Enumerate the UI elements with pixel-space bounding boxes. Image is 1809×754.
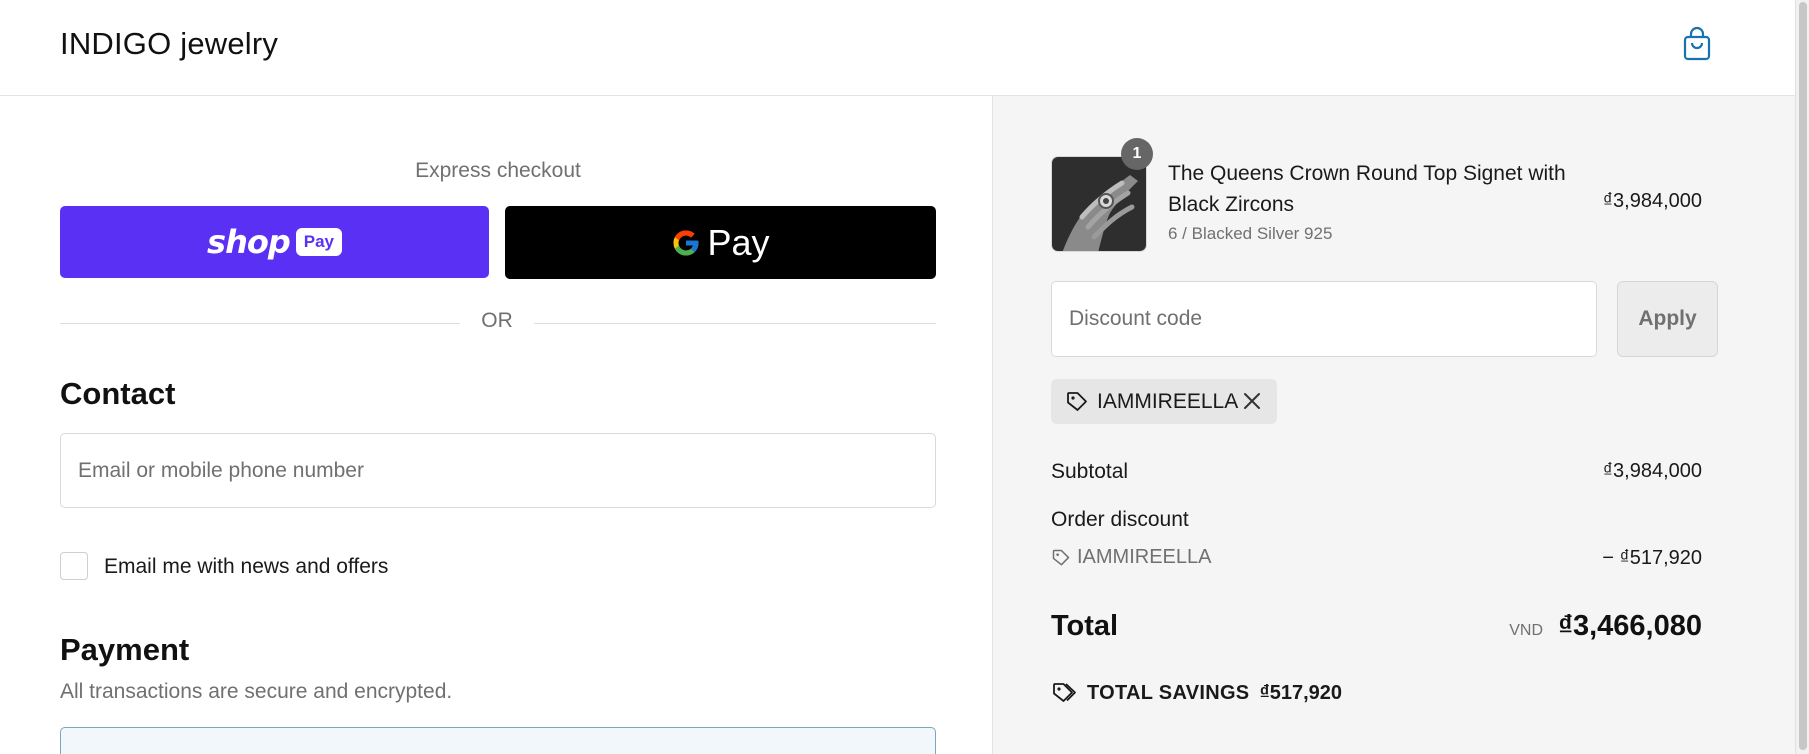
quantity-badge: 1 bbox=[1121, 138, 1153, 170]
payment-heading: Payment bbox=[60, 632, 190, 667]
discount-amount: − ₫517,920 bbox=[1602, 547, 1702, 569]
product-price: ₫3,984,000 bbox=[1602, 190, 1702, 212]
total-savings-label: TOTAL SAVINGS bbox=[1087, 681, 1250, 704]
email-input[interactable]: Email or mobile phone number bbox=[60, 433, 936, 508]
tag-icon bbox=[1052, 549, 1070, 565]
subtotal-value: ₫3,984,000 bbox=[1602, 460, 1702, 482]
remove-discount-icon[interactable] bbox=[1241, 390, 1263, 412]
vertical-scrollbar[interactable] bbox=[1795, 0, 1809, 754]
shop-pay-logo: shop bbox=[207, 223, 291, 261]
total-label: Total bbox=[1051, 610, 1119, 642]
or-text: OR bbox=[481, 309, 513, 332]
newsletter-checkbox[interactable] bbox=[60, 552, 88, 580]
express-checkout-label: Express checkout bbox=[415, 159, 581, 182]
tag-icon bbox=[1067, 391, 1087, 411]
divider-line-left bbox=[60, 323, 460, 324]
discount-code-input[interactable]: Discount code bbox=[1051, 281, 1597, 357]
payment-subtitle: All transactions are secure and encrypte… bbox=[60, 680, 453, 703]
product-variant: 6 / Blacked Silver 925 bbox=[1168, 224, 1333, 243]
google-pay-label: Pay bbox=[707, 221, 770, 263]
header: INDIGO jewelry bbox=[0, 0, 1795, 96]
applied-code-text: IAMMIREELLA bbox=[1097, 389, 1239, 413]
applied-discount-chip: IAMMIREELLA bbox=[1051, 379, 1277, 424]
total-savings-value: ₫517,920 bbox=[1259, 681, 1342, 704]
order-discount-code-row: IAMMIREELLA bbox=[1051, 546, 1211, 569]
apply-discount-button[interactable]: Apply bbox=[1617, 281, 1718, 357]
newsletter-label[interactable]: Email me with news and offers bbox=[104, 555, 388, 579]
payment-method-box[interactable] bbox=[60, 727, 936, 754]
order-summary: 1 The Queens Crown Round Top Signet with… bbox=[992, 96, 1795, 754]
store-name[interactable]: INDIGO jewelry bbox=[60, 26, 278, 62]
shop-pay-pill: Pay bbox=[295, 228, 342, 256]
total-value: ₫3,466,080 bbox=[1558, 610, 1702, 642]
order-discount-label: Order discount bbox=[1051, 508, 1189, 531]
subtotal-label: Subtotal bbox=[1051, 460, 1129, 483]
product-name: The Queens Crown Round Top Signet with B… bbox=[1168, 162, 1566, 216]
google-pay-button[interactable]: Pay bbox=[505, 206, 936, 279]
checkout-form: Express checkout shop Pay Pay OR Contact… bbox=[0, 96, 992, 754]
savings-tag-icon bbox=[1053, 683, 1076, 702]
product-thumbnail bbox=[1051, 156, 1147, 252]
or-divider: OR bbox=[60, 308, 936, 338]
contact-heading: Contact bbox=[60, 376, 176, 411]
total-currency: VND bbox=[1509, 622, 1543, 639]
divider-line-right bbox=[534, 323, 936, 324]
checkout-page: INDIGO jewelry Express checkout shop Pay… bbox=[0, 0, 1809, 754]
total-savings-row: TOTAL SAVINGS ₫517,920 bbox=[1051, 681, 1342, 705]
order-discount-code: IAMMIREELLA bbox=[1077, 546, 1212, 568]
ring-hand-image bbox=[1052, 157, 1146, 251]
shopping-bag-icon[interactable] bbox=[1682, 26, 1712, 62]
google-g-icon bbox=[673, 230, 699, 255]
shop-pay-button[interactable]: shop Pay bbox=[60, 206, 489, 278]
scrollbar-thumb[interactable] bbox=[1799, 2, 1807, 750]
